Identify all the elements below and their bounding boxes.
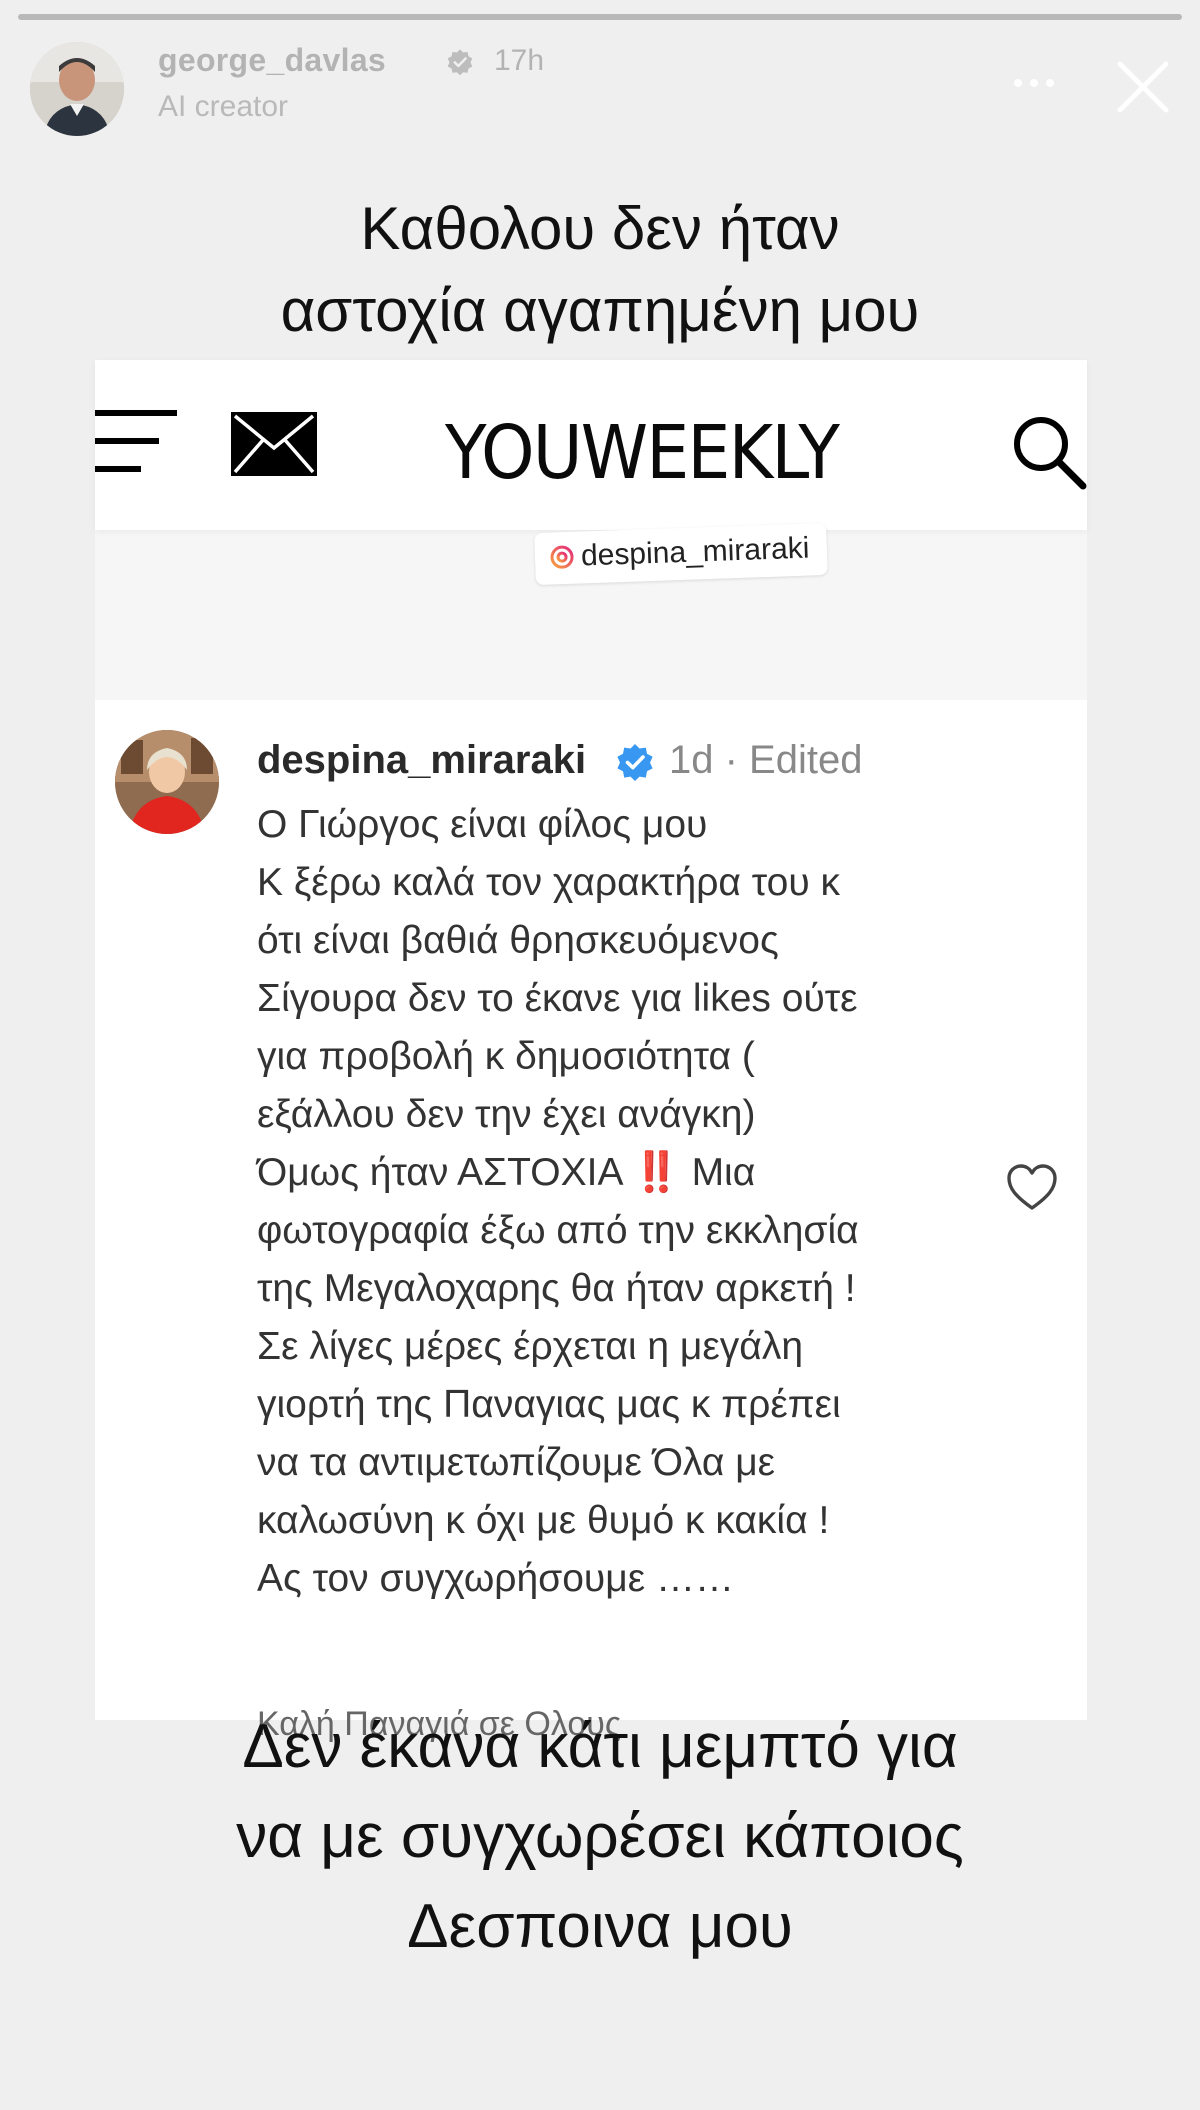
- comment-line: Σε λίγες μέρες έρχεται η μεγάλη: [257, 1325, 804, 1368]
- verified-badge-icon: [447, 49, 473, 76]
- more-options-button[interactable]: [1004, 68, 1064, 98]
- caption-line: Δεσποινα μου: [407, 1892, 793, 1961]
- comment-line: ότι είναι βαθιά θρησκευόμενος: [257, 919, 779, 962]
- story-progress-fill: [18, 14, 1182, 20]
- story-caption-top: Καθολου δεν ήταν αστοχία αγαπημένη μου: [0, 188, 1200, 352]
- mention-sticker[interactable]: despina_miraraki: [534, 522, 829, 586]
- site-logo: YOUWEEKLY: [445, 410, 840, 496]
- comment-time: 1d · Edited: [669, 738, 863, 782]
- story-time: 17h: [494, 44, 545, 77]
- avatar[interactable]: [30, 42, 124, 136]
- caption-line: να με συγχωρέσει κάποιος: [236, 1802, 964, 1871]
- comment-line: για προβολή κ δημοσιότητα (: [257, 1035, 755, 1078]
- mention-handle: despina_miraraki: [580, 531, 810, 573]
- verified-fill: [617, 744, 653, 781]
- threads-mention-icon: [550, 545, 574, 569]
- menu-line: [95, 438, 159, 444]
- caption-line: Δεν έκανα κάτι μεμπτό για: [242, 1712, 958, 1781]
- story-subtitle: AI creator: [158, 90, 289, 123]
- comment-line: καλωσύνη κ όχι με θυμό κ κακία !: [257, 1499, 830, 1542]
- comment-line: Σίγουρα δεν το έκανε για likes ούτε: [257, 977, 858, 1020]
- comment-line: της Μεγαλοχαρης θα ήταν αρκετή !: [257, 1267, 856, 1310]
- story-progress-bar: [18, 14, 1182, 20]
- double-exclamation-icon: ‼️: [632, 1151, 681, 1194]
- comment-username[interactable]: despina_miraraki: [257, 738, 586, 783]
- comment-line: Ας τον συγχωρήσουμε ……: [257, 1557, 734, 1600]
- close-icon[interactable]: [1112, 56, 1174, 118]
- caption-line: αστοχία αγαπημένη μου: [280, 277, 920, 344]
- search-icon: [1014, 417, 1087, 490]
- story-viewer: george_davlas 17h AI creator Καθολου δεν…: [0, 0, 1200, 2110]
- story-username[interactable]: george_davlas: [158, 42, 386, 79]
- comment-line: να τα αντιμετωπίζουμε Όλα με: [257, 1441, 776, 1484]
- comment-line-suffix: Μια: [691, 1151, 756, 1194]
- comment-line-text: Όμως ήταν ΑΣΤΟΧΙΑ: [257, 1151, 622, 1194]
- caption-line: Καθολου δεν ήταν: [360, 195, 840, 262]
- comment-line: εξάλλου δεν την έχει ανάγκη): [257, 1093, 756, 1136]
- hamburger-menu-icon: [95, 406, 177, 478]
- comment-line: φωτογραφία έξω από την εκκλησία: [257, 1209, 859, 1252]
- like-heart-icon[interactable]: [1005, 1162, 1059, 1212]
- more-dot: [1030, 79, 1038, 87]
- comment-text: Ο Γιώργος είναι φίλος μου Κ ξέρω καλά το…: [257, 796, 1097, 1608]
- shared-screenshot: YOUWEEKLY despina_miraraki despina_mirar…: [95, 360, 1087, 1743]
- comment: despina_miraraki 1d · Edited Ο Γιώργος ε…: [95, 700, 1087, 1743]
- story-caption-bottom: Δεν έκανα κάτι μεμπτό για να με συγχωρέσ…: [0, 1702, 1200, 1972]
- comment-line: γιορτή της Παναγιας μας κ πρέπει: [257, 1383, 841, 1426]
- story-header: george_davlas 17h AI creator: [0, 38, 1200, 138]
- site-header: YOUWEEKLY: [95, 360, 1087, 530]
- comment-line: Ο Γιώργος είναι φίλος μου: [257, 803, 708, 846]
- more-dots-icon: [1014, 79, 1022, 87]
- mail-icon: [231, 412, 317, 476]
- menu-line: [95, 466, 141, 472]
- menu-line: [95, 410, 177, 416]
- comment-avatar[interactable]: [115, 730, 219, 834]
- comment-line: Όμως ήταν ΑΣΤΟΧΙΑ ‼️ Μια: [257, 1144, 1097, 1202]
- comment-line: Κ ξέρω καλά τον χαρακτήρα του κ: [257, 861, 840, 904]
- verified-badge-icon: [617, 744, 653, 781]
- more-dot: [1046, 79, 1054, 87]
